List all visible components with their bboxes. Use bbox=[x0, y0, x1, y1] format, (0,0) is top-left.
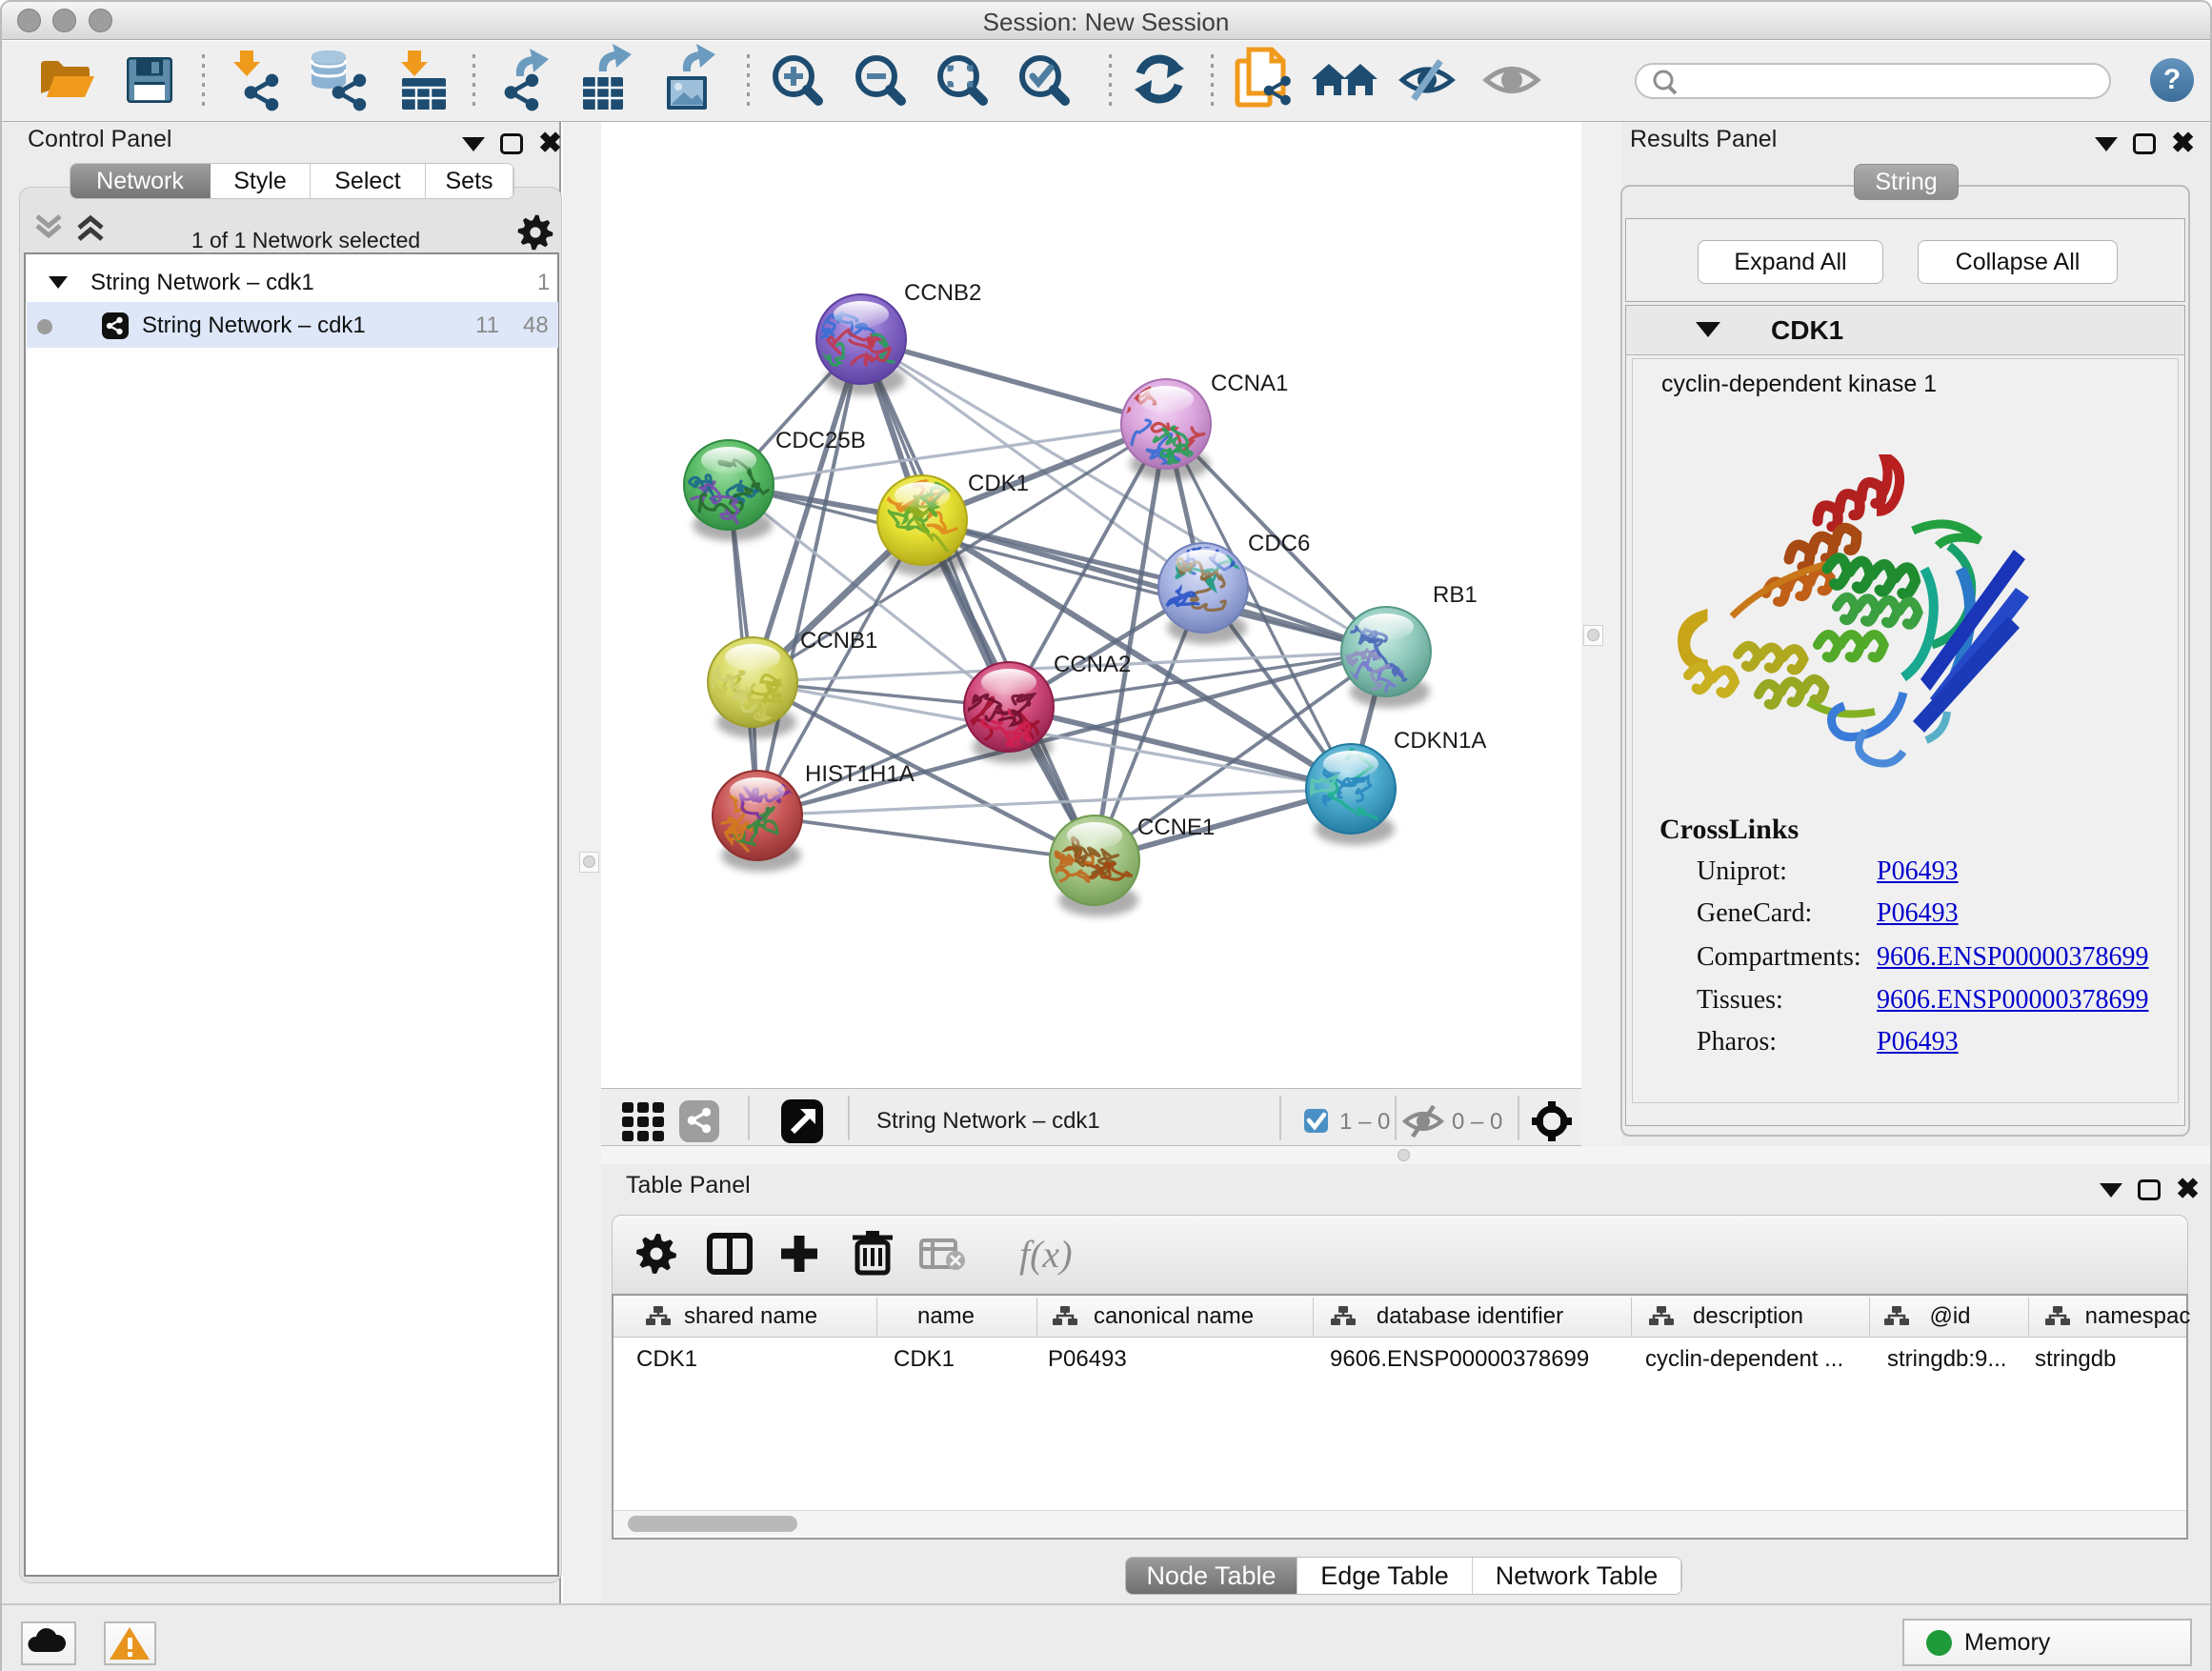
svg-text:CDC25B: CDC25B bbox=[775, 428, 866, 453]
svg-text:CDKN1A: CDKN1A bbox=[1394, 728, 1486, 754]
svg-text:f(x): f(x) bbox=[1019, 1233, 1073, 1276]
svg-text:CCNB1: CCNB1 bbox=[800, 628, 877, 654]
svg-text:CDK1: CDK1 bbox=[968, 471, 1029, 496]
svg-text:CCNE1: CCNE1 bbox=[1137, 815, 1215, 840]
svg-text:RB1: RB1 bbox=[1433, 582, 1478, 608]
svg-text:CCNA1: CCNA1 bbox=[1211, 371, 1288, 396]
svg-text:CDC6: CDC6 bbox=[1248, 531, 1310, 556]
svg-text:CCNA2: CCNA2 bbox=[1054, 652, 1131, 677]
svg-text:HIST1H1A: HIST1H1A bbox=[805, 761, 915, 787]
svg-text:CCNB2: CCNB2 bbox=[904, 280, 981, 306]
